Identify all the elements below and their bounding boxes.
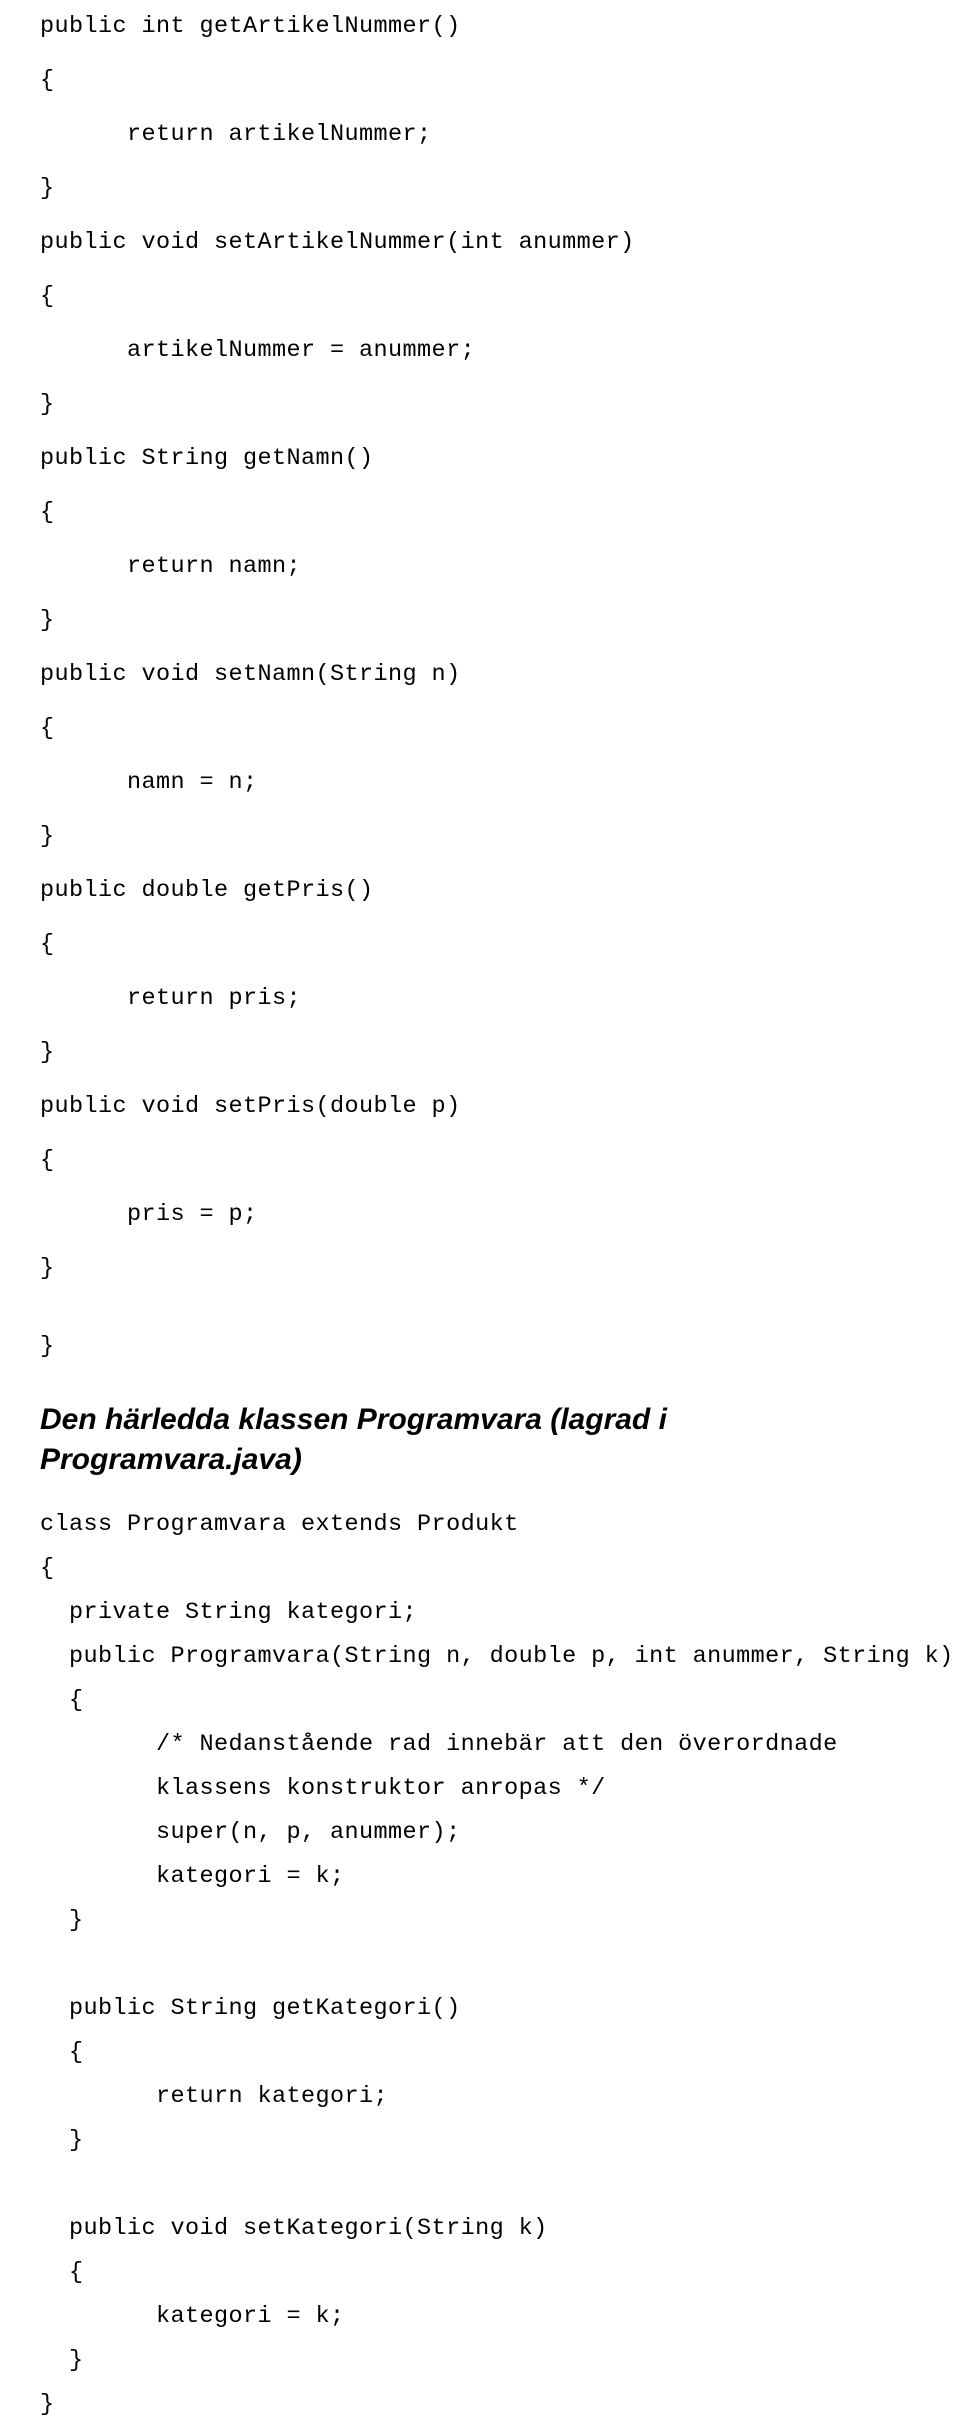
programvara-class-code: class Programvara extends Produkt { priv… — [40, 1511, 954, 2418]
produkt-class-closing-brace: } — [40, 1332, 55, 1360]
document-page: public int getArtikelNummer() { return a… — [0, 0, 960, 2418]
produkt-accessor-methods-code: public int getArtikelNummer() { return a… — [40, 13, 635, 1282]
section-heading-programvara: Den härledda klassen Programvara (lagrad… — [40, 1402, 667, 1476]
